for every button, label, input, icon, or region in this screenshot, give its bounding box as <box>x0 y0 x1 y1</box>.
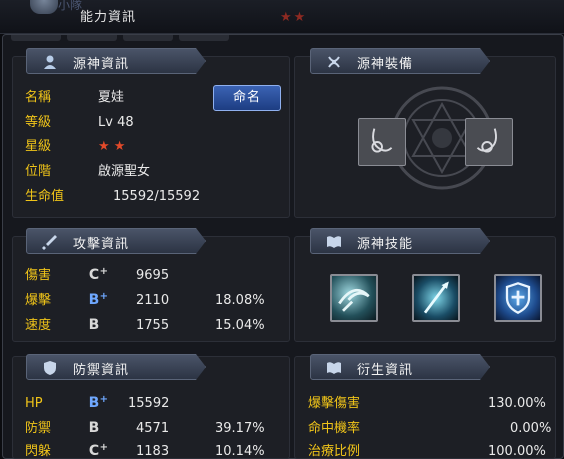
defense-info-header: 防禦資訊 <box>26 354 206 380</box>
speed-value: 1755 <box>136 318 170 333</box>
star-icon: ★ <box>113 139 126 154</box>
def-hp-grade-icon: B + <box>88 394 108 411</box>
damage-value: 9695 <box>136 268 170 283</box>
tab-4[interactable] <box>179 35 229 41</box>
damage-label: 傷害 <box>25 268 52 283</box>
person-icon <box>41 53 59 71</box>
tab-3[interactable] <box>123 35 173 41</box>
speed-label: 速度 <box>25 318 52 333</box>
star-rating: ★ ★ <box>98 138 125 156</box>
speed-percent: 15.04% <box>215 318 265 333</box>
defense-label: 防禦 <box>25 421 52 436</box>
hit-rate-label: 命中機率 <box>308 421 361 436</box>
holy-shield-glyph <box>505 282 531 314</box>
dodge-percent: 10.14% <box>215 444 265 459</box>
ice-spear-glyph <box>423 281 449 314</box>
name-value: 夏娃 <box>98 90 125 105</box>
sword-icon <box>41 233 59 251</box>
rename-button[interactable]: 命名 <box>213 85 281 111</box>
defense-value: 4571 <box>136 421 170 436</box>
defense-percent: 39.17% <box>215 421 265 436</box>
hit-rate-value: 0.00% <box>510 421 552 436</box>
source-equipment-header: 源神裝備 <box>310 48 490 74</box>
star-icon: ★ <box>98 139 110 154</box>
book-icon <box>325 359 343 377</box>
attack-info-header: 攻擊資訊 <box>26 228 206 254</box>
rank-label: 位階 <box>25 164 52 179</box>
ring-slot-icon <box>476 128 497 153</box>
name-label: 名稱 <box>25 90 52 105</box>
tab-1[interactable] <box>11 35 61 41</box>
knot-icon <box>325 53 343 71</box>
equip-slot-2[interactable] <box>465 118 513 166</box>
section-title: 攻擊資訊 <box>73 237 130 252</box>
holy-shield-skill-icon[interactable] <box>494 274 542 322</box>
level-value: Lv 48 <box>98 115 134 130</box>
shield-icon <box>41 359 59 377</box>
equip-slot-1[interactable] <box>358 118 406 166</box>
whirlwind-glyph <box>338 288 370 312</box>
damage-grade-icon: C + <box>88 266 108 283</box>
hp-value: 15592/15592 <box>113 189 201 204</box>
ring-slot-icon <box>371 128 393 153</box>
derived-info-header: 衍生資訊 <box>310 354 490 380</box>
whirlwind-skill-icon[interactable] <box>330 274 378 322</box>
section-title: 源神裝備 <box>357 57 414 72</box>
ghost-text: 小隊 <box>58 0 83 12</box>
crit-damage-value: 130.00% <box>488 396 546 411</box>
window-titlebar: 小隊 能力資訊 ★★ <box>0 0 564 34</box>
crit-grade-icon: B + <box>88 291 108 308</box>
crit-percent: 18.08% <box>215 293 265 308</box>
level-label: 等級 <box>25 115 52 130</box>
portrait-avatar <box>30 0 58 14</box>
section-title: 源神技能 <box>357 237 414 252</box>
tab-2[interactable] <box>67 35 117 41</box>
source-info-header: 源神資訊 <box>26 48 206 74</box>
section-title: 源神資訊 <box>73 57 130 72</box>
crit-damage-label: 爆擊傷害 <box>308 396 361 411</box>
source-skills-header: 源神技能 <box>310 228 490 254</box>
section-title: 衍生資訊 <box>357 363 414 378</box>
dodge-value: 1183 <box>136 444 170 459</box>
dodge-label: 閃躲 <box>25 444 52 459</box>
star-label: 星級 <box>25 139 52 154</box>
def-hp-value: 15592 <box>128 396 170 411</box>
crit-value: 2110 <box>136 293 170 308</box>
hp-label: 生命值 <box>25 189 65 204</box>
heal-ratio-value: 100.00% <box>488 444 546 459</box>
defense-grade-icon: B <box>88 420 100 436</box>
dodge-grade-icon: C + <box>88 442 108 459</box>
speed-grade-icon: B <box>88 317 100 333</box>
window-title: 能力資訊 <box>80 10 137 25</box>
section-title: 防禦資訊 <box>73 363 130 378</box>
def-hp-label: HP <box>25 396 43 411</box>
rank-value: 啟源聖女 <box>98 164 151 179</box>
crit-label: 爆擊 <box>25 293 52 308</box>
header-stars: ★★ <box>280 10 308 25</box>
tab-strip <box>3 35 563 43</box>
heal-ratio-label: 治療比例 <box>308 444 361 459</box>
ice-spear-skill-icon[interactable] <box>412 274 460 322</box>
book-icon <box>325 233 343 251</box>
